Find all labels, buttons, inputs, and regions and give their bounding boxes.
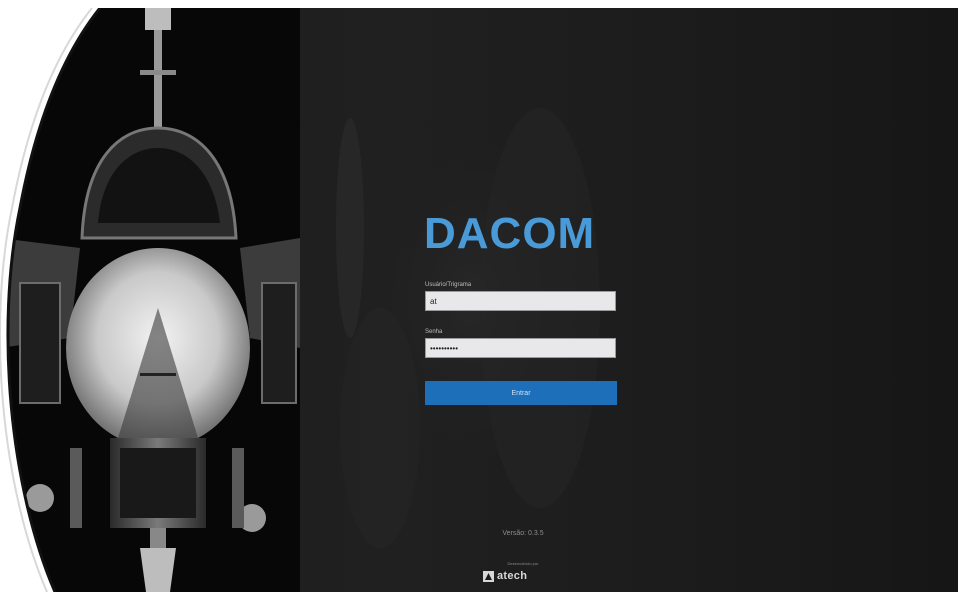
- hero-image: [0, 8, 300, 592]
- login-button[interactable]: Entrar: [425, 381, 617, 405]
- user-input[interactable]: [425, 291, 616, 311]
- password-label: Senha: [425, 329, 443, 335]
- app-title: DACOM: [424, 209, 596, 258]
- user-label: Usuário/Trigrama: [425, 282, 472, 288]
- login-screen: DACOM Usuário/Trigrama Senha Entrar Vers…: [0, 0, 958, 592]
- developer-logo-text: atech: [497, 570, 528, 582]
- atech-logo-icon: [483, 570, 494, 582]
- developed-by-label: Desenvolvido por: [507, 561, 539, 566]
- jet-fighter-icon: [0, 8, 300, 592]
- password-input[interactable]: [425, 338, 616, 358]
- developer-logo: atech: [483, 569, 563, 583]
- version-text: Versão: 0.3.5: [502, 530, 544, 537]
